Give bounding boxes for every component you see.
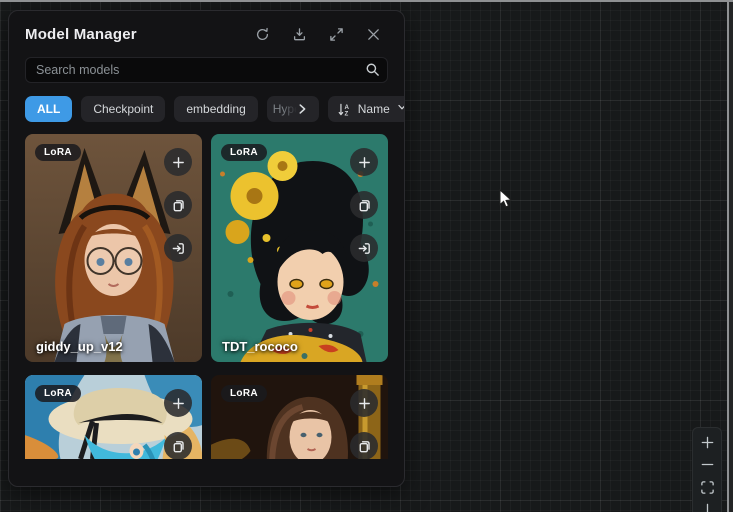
panel-title: Model Manager — [25, 26, 137, 43]
model-type-badge: LoRA — [35, 144, 81, 161]
chevron-down-icon — [396, 100, 405, 118]
filter-chip-row: ALL Checkpoint embedding Hype A Z Name — [25, 96, 388, 122]
app-window: { "window": { "title": "Model Manager" }… — [0, 0, 733, 512]
window-border-top — [0, 0, 733, 2]
add-model-button[interactable] — [350, 389, 378, 417]
copy-model-button[interactable] — [164, 191, 192, 219]
close-icon[interactable] — [366, 27, 381, 42]
search-bar — [25, 57, 388, 83]
extra-canvas-button[interactable] — [692, 499, 722, 512]
import-icon — [357, 241, 372, 256]
model-card-3[interactable]: LoRA — [25, 375, 202, 459]
plus-icon — [171, 155, 186, 170]
panel-header-actions — [255, 27, 388, 42]
filter-chip-all[interactable]: ALL — [25, 96, 72, 122]
add-model-button[interactable] — [350, 148, 378, 176]
add-model-button[interactable] — [164, 148, 192, 176]
zoom-out-button[interactable] — [692, 454, 722, 477]
model-type-badge: LoRA — [221, 385, 267, 402]
plus-icon — [357, 155, 372, 170]
window-border-right — [727, 0, 729, 512]
model-card-4[interactable]: LoRA — [211, 375, 388, 459]
fit-view-icon — [700, 480, 715, 495]
copy-model-button[interactable] — [164, 432, 192, 459]
window-edge-strip — [729, 0, 733, 512]
filter-chip-checkpoint[interactable]: Checkpoint — [81, 96, 165, 122]
download-icon[interactable] — [292, 27, 307, 42]
model-manager-panel: Model Manager ALL Checkpoint embedding — [8, 10, 405, 487]
search-input[interactable] — [25, 57, 388, 83]
card-action-buttons — [350, 389, 378, 459]
panel-header: Model Manager — [9, 11, 404, 43]
chevron-right-icon[interactable] — [295, 102, 309, 116]
plus-icon — [700, 435, 715, 450]
canvas-zoom-toolbar — [692, 427, 722, 512]
model-card-grid[interactable]: LoRA giddy_up_v12 — [25, 134, 388, 459]
svg-text:Z: Z — [344, 110, 348, 117]
filter-chip-hypernetwork[interactable]: Hype — [267, 96, 319, 122]
zoom-in-button[interactable] — [692, 431, 722, 454]
mouse-cursor — [499, 189, 513, 209]
copy-model-button[interactable] — [350, 191, 378, 219]
import-model-button[interactable] — [350, 234, 378, 262]
sort-label: Name — [358, 102, 390, 116]
expand-icon[interactable] — [329, 27, 344, 42]
plus-icon — [357, 396, 372, 411]
import-icon — [171, 241, 186, 256]
copy-icon — [171, 439, 186, 454]
add-model-button[interactable] — [164, 389, 192, 417]
filter-chip-embedding[interactable]: embedding — [174, 96, 257, 122]
copy-model-button[interactable] — [350, 432, 378, 459]
refresh-icon[interactable] — [255, 27, 270, 42]
model-type-badge: LoRA — [221, 144, 267, 161]
sort-alpha-down-icon: A Z — [337, 102, 352, 117]
copy-icon — [357, 198, 372, 213]
model-name: giddy_up_v12 — [36, 339, 123, 354]
minus-icon — [700, 457, 715, 472]
model-type-badge: LoRA — [35, 385, 81, 402]
copy-icon — [171, 198, 186, 213]
model-name: TDT_rococo — [222, 339, 298, 354]
model-card-tdt-rococo[interactable]: LoRA TDT_rococo — [211, 134, 388, 362]
search-icon[interactable] — [365, 62, 380, 77]
sort-dropdown[interactable]: A Z Name — [328, 96, 405, 122]
card-action-buttons — [164, 389, 192, 459]
card-action-buttons — [350, 148, 378, 262]
copy-icon — [357, 439, 372, 454]
model-card-giddy-up[interactable]: LoRA giddy_up_v12 — [25, 134, 202, 362]
import-model-button[interactable] — [164, 234, 192, 262]
card-action-buttons — [164, 148, 192, 262]
fit-view-button[interactable] — [692, 476, 722, 499]
plus-icon — [171, 396, 186, 411]
partial-icon — [700, 502, 715, 512]
